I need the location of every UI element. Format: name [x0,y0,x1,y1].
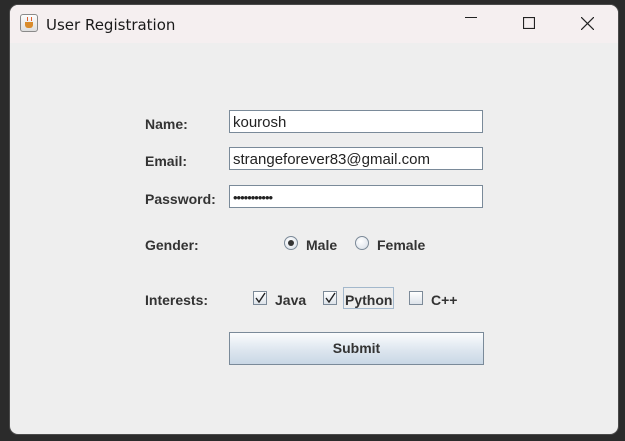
male-radio[interactable] [284,236,298,250]
close-icon [581,17,594,30]
python-checkbox[interactable] [323,291,337,305]
gender-label: Gender: [145,237,199,253]
java-cup-icon [20,14,38,32]
minimize-icon [465,17,477,18]
window-title: User Registration [46,16,176,34]
check-icon [325,292,336,304]
registration-window: User Registration Name: Email: Password:… [10,5,618,434]
cpp-checkbox-label[interactable]: C++ [431,292,457,308]
java-checkbox-label[interactable]: Java [275,292,306,308]
name-label: Name: [145,116,188,132]
maximize-icon [523,17,535,29]
title-bar[interactable]: User Registration [10,5,618,43]
submit-button[interactable]: Submit [229,332,484,365]
close-button[interactable] [558,5,616,43]
female-radio-label[interactable]: Female [377,237,425,253]
minimize-button[interactable] [442,5,500,43]
python-checkbox-label[interactable]: Python [345,292,392,308]
password-field[interactable] [229,185,483,208]
password-label: Password: [145,191,216,207]
female-radio[interactable] [355,236,369,250]
name-field[interactable] [229,110,483,133]
check-icon [255,292,266,304]
email-label: Email: [145,153,188,169]
email-field[interactable] [229,147,483,170]
java-checkbox[interactable] [253,291,267,305]
interests-label: Interests: [145,292,209,308]
male-radio-label[interactable]: Male [306,237,337,253]
maximize-button[interactable] [500,5,558,43]
cpp-checkbox[interactable] [409,291,423,305]
